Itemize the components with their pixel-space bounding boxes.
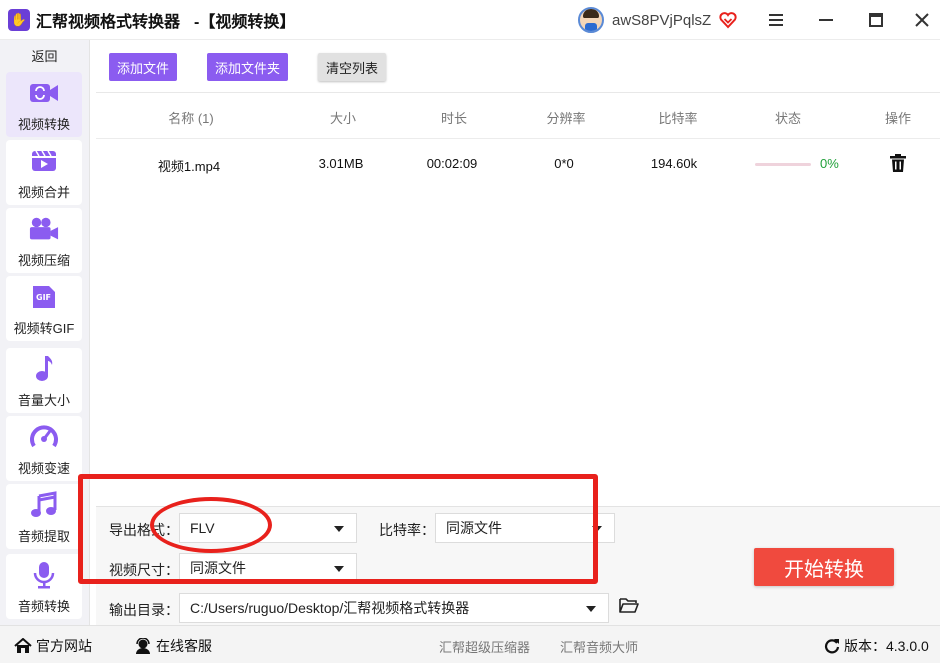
app-logo-icon: ✋ xyxy=(8,8,30,31)
file-name: 视频1.mp4 xyxy=(157,159,221,174)
sidebar-item-video-speed[interactable]: 视频变速 xyxy=(6,416,82,481)
official-website-link[interactable]: 官方网站 xyxy=(14,636,92,656)
audio-extract-icon xyxy=(29,490,59,520)
format-label: 导出格式： xyxy=(109,522,179,538)
progress-bar xyxy=(755,163,811,166)
column-header-duration[interactable]: 时长 xyxy=(426,108,482,127)
sidebar-item-label: 视频转GIF xyxy=(13,321,75,336)
sidebar-item-video-compress[interactable]: 视频压缩 xyxy=(6,208,82,273)
video-size-value: 同源文件 xyxy=(190,560,246,576)
home-icon xyxy=(14,638,32,653)
column-header-resolution[interactable]: 分辨率 xyxy=(534,108,598,127)
username: awS8PVjPqlsZ xyxy=(612,11,712,29)
sidebar-item-label: 视频变速 xyxy=(17,461,70,476)
column-header-status[interactable]: 状态 xyxy=(761,108,815,127)
version-info[interactable]: 版本： 4.3.0.0 xyxy=(824,636,929,656)
output-dir-label: 输出目录： xyxy=(109,602,179,618)
sidebar-item-audio-convert[interactable]: 音频转换 xyxy=(6,554,82,619)
video-convert-icon xyxy=(29,78,59,108)
sidebar-item-audio-extract[interactable]: 音频提取 xyxy=(6,484,82,549)
sidebar-item-label: 音频转换 xyxy=(17,599,70,614)
sidebar-item-video-convert[interactable]: 视频转换 xyxy=(6,72,82,137)
table-header: 名称 (1) 大小 时长 分辨率 比特率 状态 操作 xyxy=(96,93,940,139)
chevron-down-icon xyxy=(586,606,596,612)
add-folder-button[interactable]: 添加文件夹 xyxy=(207,53,289,81)
sidebar-item-video-gif[interactable]: GIF 视频转GIF xyxy=(6,276,82,341)
svg-text:GIF: GIF xyxy=(36,293,51,302)
file-resolution: 0*0 xyxy=(554,156,574,171)
bitrate-label: 比特率： xyxy=(379,522,435,538)
video-size-select[interactable]: 同源文件 xyxy=(179,553,357,583)
column-header-size[interactable]: 大小 xyxy=(316,108,370,127)
sidebar-item-label: 音频提取 xyxy=(17,529,70,544)
status-bar: 官方网站 在线客服 汇帮超级压缩器 汇帮音频大师 版本： 4.3.0.0 xyxy=(0,625,940,663)
minimize-icon[interactable] xyxy=(814,8,838,32)
audio-master-link[interactable]: 汇帮音频大师 xyxy=(560,637,638,656)
vip-heart-icon[interactable] xyxy=(719,11,737,29)
file-duration: 00:02:09 xyxy=(426,156,478,171)
online-support-link[interactable]: 在线客服 xyxy=(134,636,212,656)
column-header-bitrate[interactable]: 比特率 xyxy=(646,108,710,127)
video-compress-icon xyxy=(29,214,59,244)
music-note-icon xyxy=(29,354,59,384)
format-value: FLV xyxy=(190,520,215,536)
microphone-icon xyxy=(29,560,59,590)
maximize-icon[interactable] xyxy=(864,8,888,32)
official-website-label: 官方网站 xyxy=(36,638,92,654)
column-header-name[interactable]: 名称 (1) xyxy=(146,108,236,127)
add-file-button[interactable]: 添加文件 xyxy=(109,53,178,81)
chevron-down-icon xyxy=(334,526,344,532)
chevron-down-icon xyxy=(592,526,602,532)
gif-icon: GIF xyxy=(29,282,59,312)
title-bar: ✋ 汇帮视频格式转换器 -【视频转换】 awS8PVjPqlsZ xyxy=(0,0,940,40)
progress-percent: 0% xyxy=(820,156,839,171)
output-dir-select[interactable]: C:/Users/ruguo/Desktop/汇帮视频格式转换器 xyxy=(179,593,609,623)
file-bitrate: 194.60k xyxy=(650,156,698,171)
close-icon[interactable] xyxy=(910,8,934,32)
bitrate-value: 同源文件 xyxy=(446,520,502,536)
app-title: 汇帮视频格式转换器 xyxy=(36,13,181,31)
sidebar-item-label: 视频转换 xyxy=(17,117,70,132)
output-dir-value: C:/Users/ruguo/Desktop/汇帮视频格式转换器 xyxy=(190,600,470,616)
column-header-action: 操作 xyxy=(884,111,911,126)
file-size: 3.01MB xyxy=(318,156,364,171)
version-number: 4.3.0.0 xyxy=(886,638,929,654)
super-compressor-link[interactable]: 汇帮超级压缩器 xyxy=(439,637,530,656)
sidebar-item-label: 视频压缩 xyxy=(17,253,70,268)
toolbar: 添加文件 添加文件夹 清空列表 xyxy=(96,40,940,92)
sidebar-item-video-merge[interactable]: 视频合并 xyxy=(6,140,82,205)
output-settings: 导出格式： FLV 比特率： 同源文件 视频尺寸： 同源文件 开始转换 输出目录… xyxy=(96,506,940,625)
sidebar: 返回 视频转换 视频合并 视频压缩 GIF 视频转GIF 音量大小 视频变速 音… xyxy=(0,40,90,625)
chevron-down-icon xyxy=(334,566,344,572)
back-button[interactable]: 返回 xyxy=(0,40,89,70)
speedometer-icon xyxy=(29,422,59,452)
avatar[interactable] xyxy=(578,7,604,33)
file-table: 名称 (1) 大小 时长 分辨率 比特率 状态 操作 视频1.mp4 3.01M… xyxy=(96,92,940,506)
support-agent-icon xyxy=(136,638,150,654)
video-merge-icon xyxy=(29,146,59,176)
version-label: 版本： xyxy=(844,638,886,654)
sidebar-item-label: 音量大小 xyxy=(17,393,70,408)
clear-list-button[interactable]: 清空列表 xyxy=(318,53,387,81)
format-select[interactable]: FLV xyxy=(179,513,357,543)
online-support-label: 在线客服 xyxy=(156,638,212,654)
start-convert-button[interactable]: 开始转换 xyxy=(754,548,894,586)
sidebar-item-label: 视频合并 xyxy=(17,185,70,200)
folder-open-icon[interactable] xyxy=(619,597,639,613)
video-size-label: 视频尺寸： xyxy=(109,562,179,578)
sidebar-item-volume[interactable]: 音量大小 xyxy=(6,348,82,413)
bitrate-select[interactable]: 同源文件 xyxy=(435,513,615,543)
user-account[interactable]: awS8PVjPqlsZ xyxy=(578,6,737,34)
trash-icon[interactable] xyxy=(888,153,908,173)
window-subtitle: -【视频转换】 xyxy=(194,13,296,31)
refresh-icon xyxy=(824,639,840,654)
menu-icon[interactable] xyxy=(764,8,788,32)
